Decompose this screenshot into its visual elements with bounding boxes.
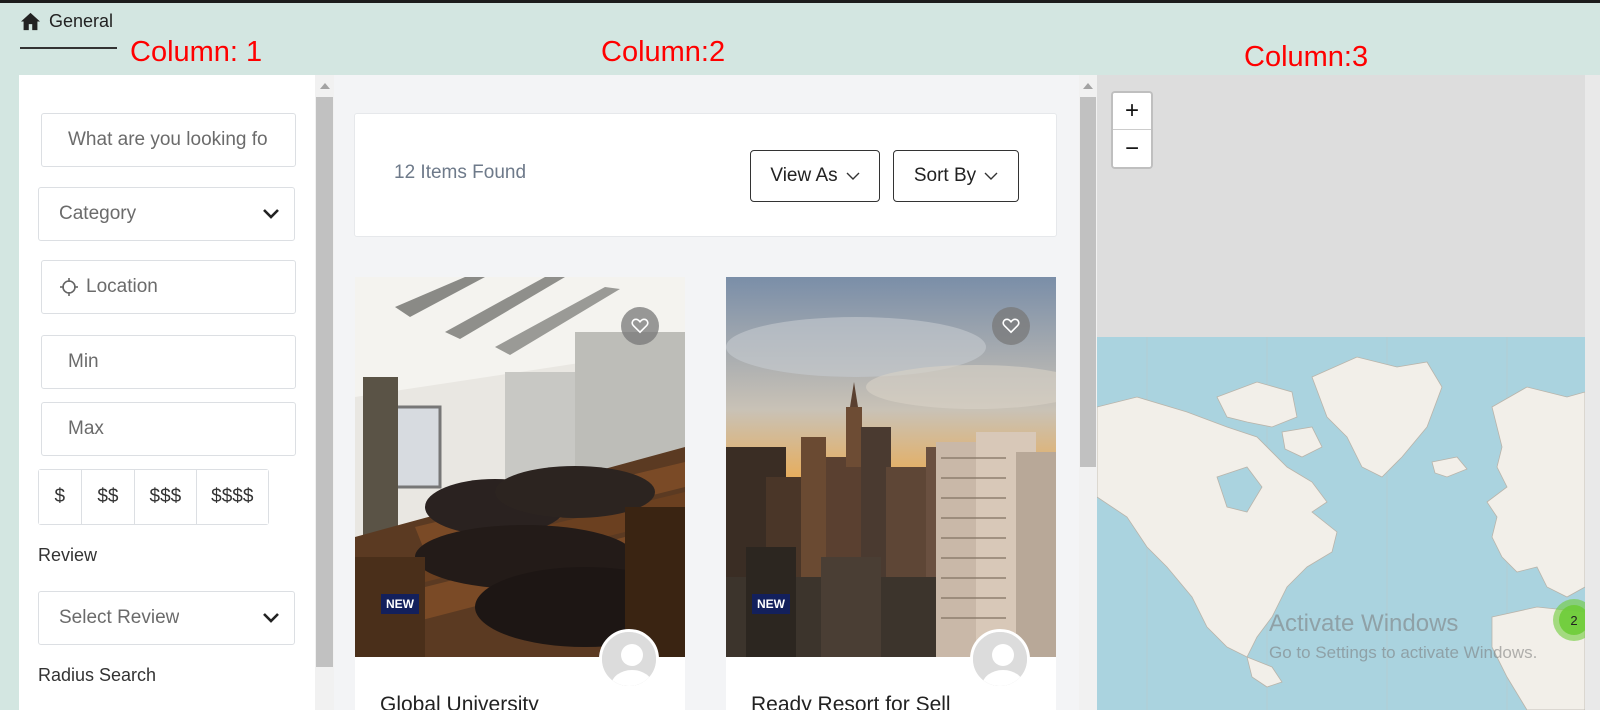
favorite-button[interactable] [992, 307, 1030, 345]
page-edge [1585, 75, 1600, 710]
favorite-button[interactable] [621, 307, 659, 345]
card-title[interactable]: Ready Resort for Sell [751, 693, 951, 710]
category-label: Category [59, 203, 137, 224]
view-as-dropdown[interactable]: View As [750, 150, 880, 202]
max-placeholder: Max [68, 418, 104, 439]
activate-windows-subtitle: Go to Settings to activate Windows. [1269, 643, 1538, 662]
zoom-control: + − [1111, 91, 1153, 169]
chevron-down-icon [263, 209, 279, 219]
radius-search-label: Radius Search [38, 665, 157, 685]
chevron-down-icon [984, 172, 998, 180]
items-found-count: 12 Items Found [394, 162, 527, 183]
listing-panel: 12 Items Found View As Sort By NEW Globa… [334, 75, 1079, 710]
activate-windows-title: Activate Windows [1269, 610, 1459, 637]
listing-card[interactable]: NEW Ready Resort for Sell [726, 277, 1056, 710]
crosshair-icon [60, 278, 78, 296]
card-title[interactable]: Global University [380, 693, 539, 710]
column-3-annotation: Column:3 [1244, 41, 1369, 73]
scroll-thumb[interactable] [316, 97, 333, 667]
listing-scrollbar[interactable] [1079, 75, 1097, 710]
review-select[interactable]: Select Review [38, 591, 295, 645]
sort-by-label: Sort By [913, 165, 977, 186]
sort-by-dropdown[interactable]: Sort By [893, 150, 1019, 202]
scroll-up-arrow[interactable] [1083, 83, 1093, 89]
owner-avatar[interactable] [599, 629, 659, 689]
column-1-annotation: Column: 1 [130, 36, 263, 68]
city-skyline-photo[interactable]: NEW [726, 277, 1056, 657]
nav-general[interactable]: General [20, 8, 113, 34]
review-label: Review [38, 545, 98, 565]
results-toolbar: 12 Items Found View As Sort By [354, 113, 1057, 237]
max-price-input[interactable]: Max [41, 402, 296, 456]
chevron-down-icon [846, 172, 860, 180]
filter-scrollbar[interactable] [315, 75, 334, 710]
search-placeholder: What are you looking fo [68, 129, 268, 150]
price-level-3-button[interactable]: $$$ [135, 470, 197, 524]
cluster-count: 2 [1559, 605, 1585, 635]
price-level-2-button[interactable]: $$ [81, 470, 136, 524]
lecture-hall-photo[interactable]: NEW [355, 277, 685, 657]
view-as-label: View As [770, 165, 838, 186]
scroll-up-arrow[interactable] [320, 83, 330, 89]
category-select[interactable]: Category [38, 187, 295, 241]
user-icon [973, 632, 1027, 686]
search-input[interactable]: What are you looking fo [41, 113, 296, 167]
zoom-in-button[interactable]: + [1113, 93, 1151, 130]
nav-general-label: General [49, 10, 114, 31]
user-icon [602, 632, 656, 686]
price-level-group: $ $$ $$$ $$$$ [38, 469, 269, 525]
listing-card[interactable]: NEW Global University [355, 277, 685, 710]
review-select-label: Select Review [59, 607, 180, 628]
price-level-4-button[interactable]: $$$$ [196, 470, 268, 524]
location-input[interactable]: Location [41, 260, 296, 314]
home-icon [21, 12, 40, 30]
min-placeholder: Min [68, 351, 99, 372]
filter-panel: What are you looking fo Category Locatio… [19, 75, 315, 710]
heart-icon [1002, 318, 1020, 334]
top-border [0, 0, 1600, 3]
location-placeholder: Location [86, 276, 158, 297]
scroll-thumb[interactable] [1080, 97, 1096, 467]
new-badge: NEW [381, 594, 419, 614]
zoom-out-button[interactable]: − [1113, 130, 1151, 167]
price-level-1-button[interactable]: $ [39, 470, 82, 524]
heart-icon [631, 318, 649, 334]
column-2-annotation: Column:2 [601, 36, 726, 68]
chevron-down-icon [263, 613, 279, 623]
owner-avatar[interactable] [970, 629, 1030, 689]
new-badge: NEW [752, 594, 790, 614]
min-price-input[interactable]: Min [41, 335, 296, 389]
nav-active-underline [20, 47, 117, 49]
map-view[interactable]: + − 2 Activate Windows Go to Settings to… [1097, 75, 1585, 710]
